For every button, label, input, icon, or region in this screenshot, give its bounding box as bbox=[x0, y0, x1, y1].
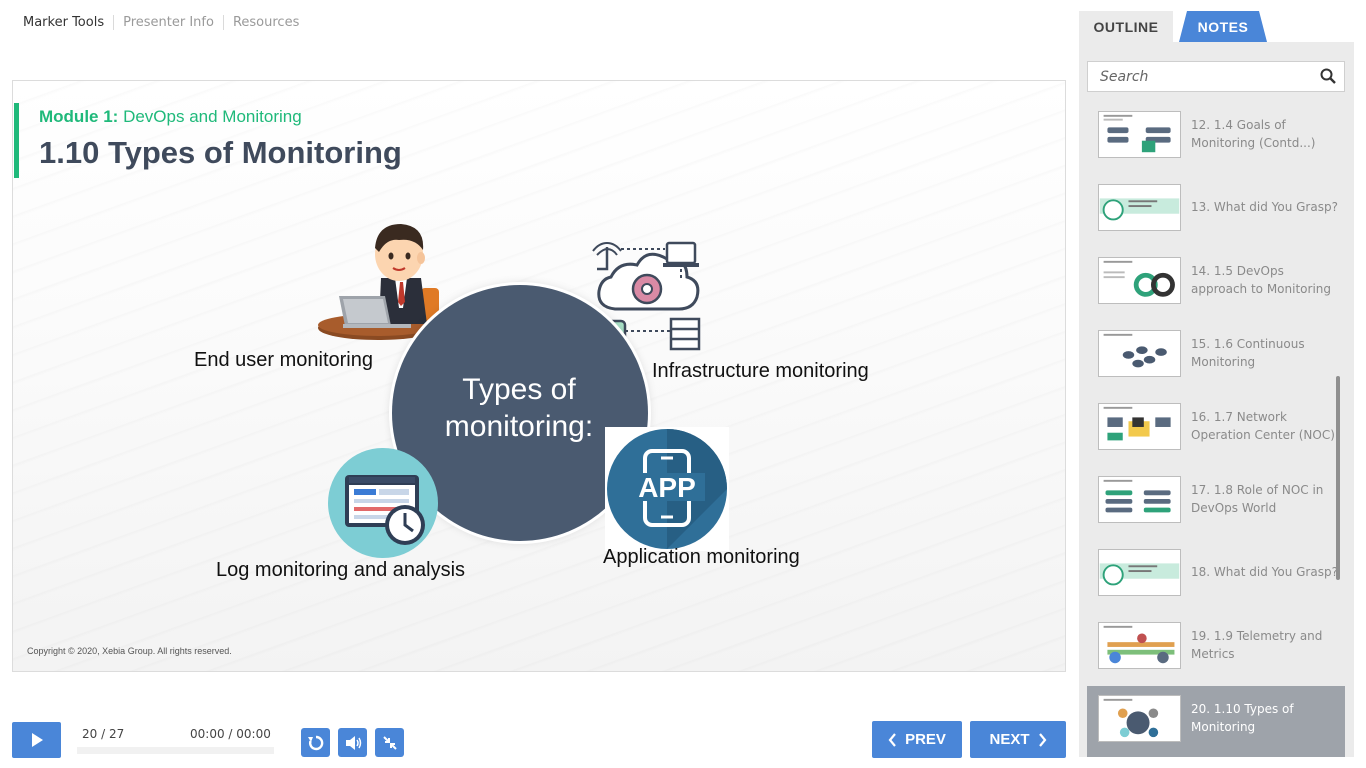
player-window: Marker Tools Presenter Info Resources Mo… bbox=[0, 0, 1366, 768]
resources-link[interactable]: Resources bbox=[222, 14, 308, 30]
slide-thumbnail bbox=[1098, 330, 1181, 377]
time-display: 00:00 / 00:00 bbox=[190, 727, 271, 741]
list-item[interactable]: 12. 1.4 Goals of Monitoring (Contd...) bbox=[1087, 102, 1345, 174]
chevron-left-icon bbox=[888, 732, 896, 747]
slide-canvas: Module 1: DevOps and Monitoring 1.10 Typ… bbox=[12, 80, 1066, 672]
application-app-icon: APP bbox=[605, 427, 729, 551]
tab-outline[interactable]: OUTLINE bbox=[1079, 11, 1173, 42]
list-item-label: 16. 1.7 Network Operation Center (NOC) bbox=[1191, 410, 1335, 442]
list-item-label: 13. What did You Grasp? bbox=[1191, 199, 1338, 214]
list-item[interactable]: 13. What did You Grasp? bbox=[1087, 175, 1345, 247]
list-item[interactable]: 18. What did You Grasp? bbox=[1087, 540, 1345, 612]
slide-thumbnail bbox=[1098, 184, 1181, 231]
next-button[interactable]: NEXT bbox=[970, 721, 1066, 758]
list-item-label: 14. 1.5 DevOps approach to Monitoring bbox=[1191, 264, 1332, 296]
search-box bbox=[1087, 61, 1345, 92]
infrastructure-monitoring-label: Infrastructure monitoring bbox=[652, 360, 869, 382]
slide-thumbnail bbox=[1098, 622, 1181, 669]
list-item-label: 18. What did You Grasp? bbox=[1191, 564, 1338, 579]
slide-thumbnail bbox=[1098, 549, 1181, 596]
log-monitoring-icon bbox=[328, 448, 438, 558]
volume-icon bbox=[345, 735, 361, 750]
application-monitoring-label: Application monitoring bbox=[603, 546, 800, 568]
play-icon bbox=[31, 733, 43, 747]
slide-thumbnail bbox=[1098, 111, 1181, 158]
log-monitoring-label: Log monitoring and analysis bbox=[216, 559, 466, 581]
collapse-button[interactable] bbox=[375, 728, 404, 757]
sidebar: OUTLINE NOTES 12. 1.4 Goals of Monitorin… bbox=[1079, 11, 1354, 757]
presenter-info-link[interactable]: Presenter Info bbox=[113, 14, 223, 30]
center-circle-text: Types of monitoring: bbox=[413, 371, 625, 445]
slide-thumbnail bbox=[1098, 257, 1181, 304]
volume-button[interactable] bbox=[338, 728, 367, 757]
list-item-label: 12. 1.4 Goals of Monitoring (Contd...) bbox=[1191, 118, 1316, 150]
list-item-active[interactable]: 20. 1.10 Types of Monitoring bbox=[1087, 686, 1345, 757]
seek-bar[interactable] bbox=[77, 747, 274, 754]
slide-thumbnail bbox=[1098, 476, 1181, 523]
marker-tools-link[interactable]: Marker Tools bbox=[14, 15, 113, 30]
list-item[interactable]: 19. 1.9 Telemetry and Metrics bbox=[1087, 613, 1345, 685]
slide-list: 12. 1.4 Goals of Monitoring (Contd...) 1… bbox=[1087, 102, 1345, 757]
list-item[interactable]: 16. 1.7 Network Operation Center (NOC) bbox=[1087, 394, 1345, 466]
list-item-label: 17. 1.8 Role of NOC in DevOps World bbox=[1191, 483, 1324, 515]
prev-button[interactable]: PREV bbox=[872, 721, 962, 758]
center-text-line-2: monitoring: bbox=[444, 410, 594, 443]
list-item[interactable]: 15. 1.6 Continuous Monitoring bbox=[1087, 321, 1345, 393]
chevron-right-icon bbox=[1038, 732, 1046, 747]
next-label: NEXT bbox=[989, 731, 1030, 748]
tab-notes[interactable]: NOTES bbox=[1179, 11, 1267, 42]
module-label: Module 1: bbox=[39, 107, 119, 126]
sidebar-scrollbar[interactable] bbox=[1336, 376, 1340, 580]
slide-thumbnail bbox=[1098, 403, 1181, 450]
center-text-line-1: Types of bbox=[462, 373, 576, 406]
slide-title: 1.10 Types of Monitoring bbox=[39, 135, 402, 170]
slide-accent-bar bbox=[14, 103, 19, 178]
list-item[interactable]: 17. 1.8 Role of NOC in DevOps World bbox=[1087, 467, 1345, 539]
play-button[interactable] bbox=[12, 722, 61, 758]
app-icon-text: APP bbox=[638, 472, 696, 503]
outline-panel: 12. 1.4 Goals of Monitoring (Contd...) 1… bbox=[1079, 42, 1354, 757]
list-item-label: 15. 1.6 Continuous Monitoring bbox=[1191, 337, 1305, 369]
end-user-monitoring-label: End user monitoring bbox=[194, 349, 373, 371]
search-icon[interactable] bbox=[1320, 68, 1336, 84]
slide-thumbnail bbox=[1098, 695, 1181, 742]
module-name: DevOps and Monitoring bbox=[123, 107, 302, 126]
search-input[interactable] bbox=[1088, 62, 1308, 91]
list-item-label: 19. 1.9 Telemetry and Metrics bbox=[1191, 629, 1323, 661]
slide-copyright: Copyright © 2020, Xebia Group. All right… bbox=[27, 646, 232, 656]
replay-button[interactable] bbox=[301, 728, 330, 757]
slide-module-heading: Module 1: DevOps and Monitoring bbox=[39, 107, 302, 127]
list-item-label: 20. 1.10 Types of Monitoring bbox=[1191, 702, 1294, 734]
top-links-bar: Marker Tools Presenter Info Resources bbox=[14, 13, 308, 31]
slide-counter: 20 / 27 bbox=[82, 727, 125, 741]
collapse-icon bbox=[382, 735, 397, 750]
replay-icon bbox=[307, 735, 323, 750]
prev-label: PREV bbox=[905, 731, 946, 748]
list-item[interactable]: 14. 1.5 DevOps approach to Monitoring bbox=[1087, 248, 1345, 320]
